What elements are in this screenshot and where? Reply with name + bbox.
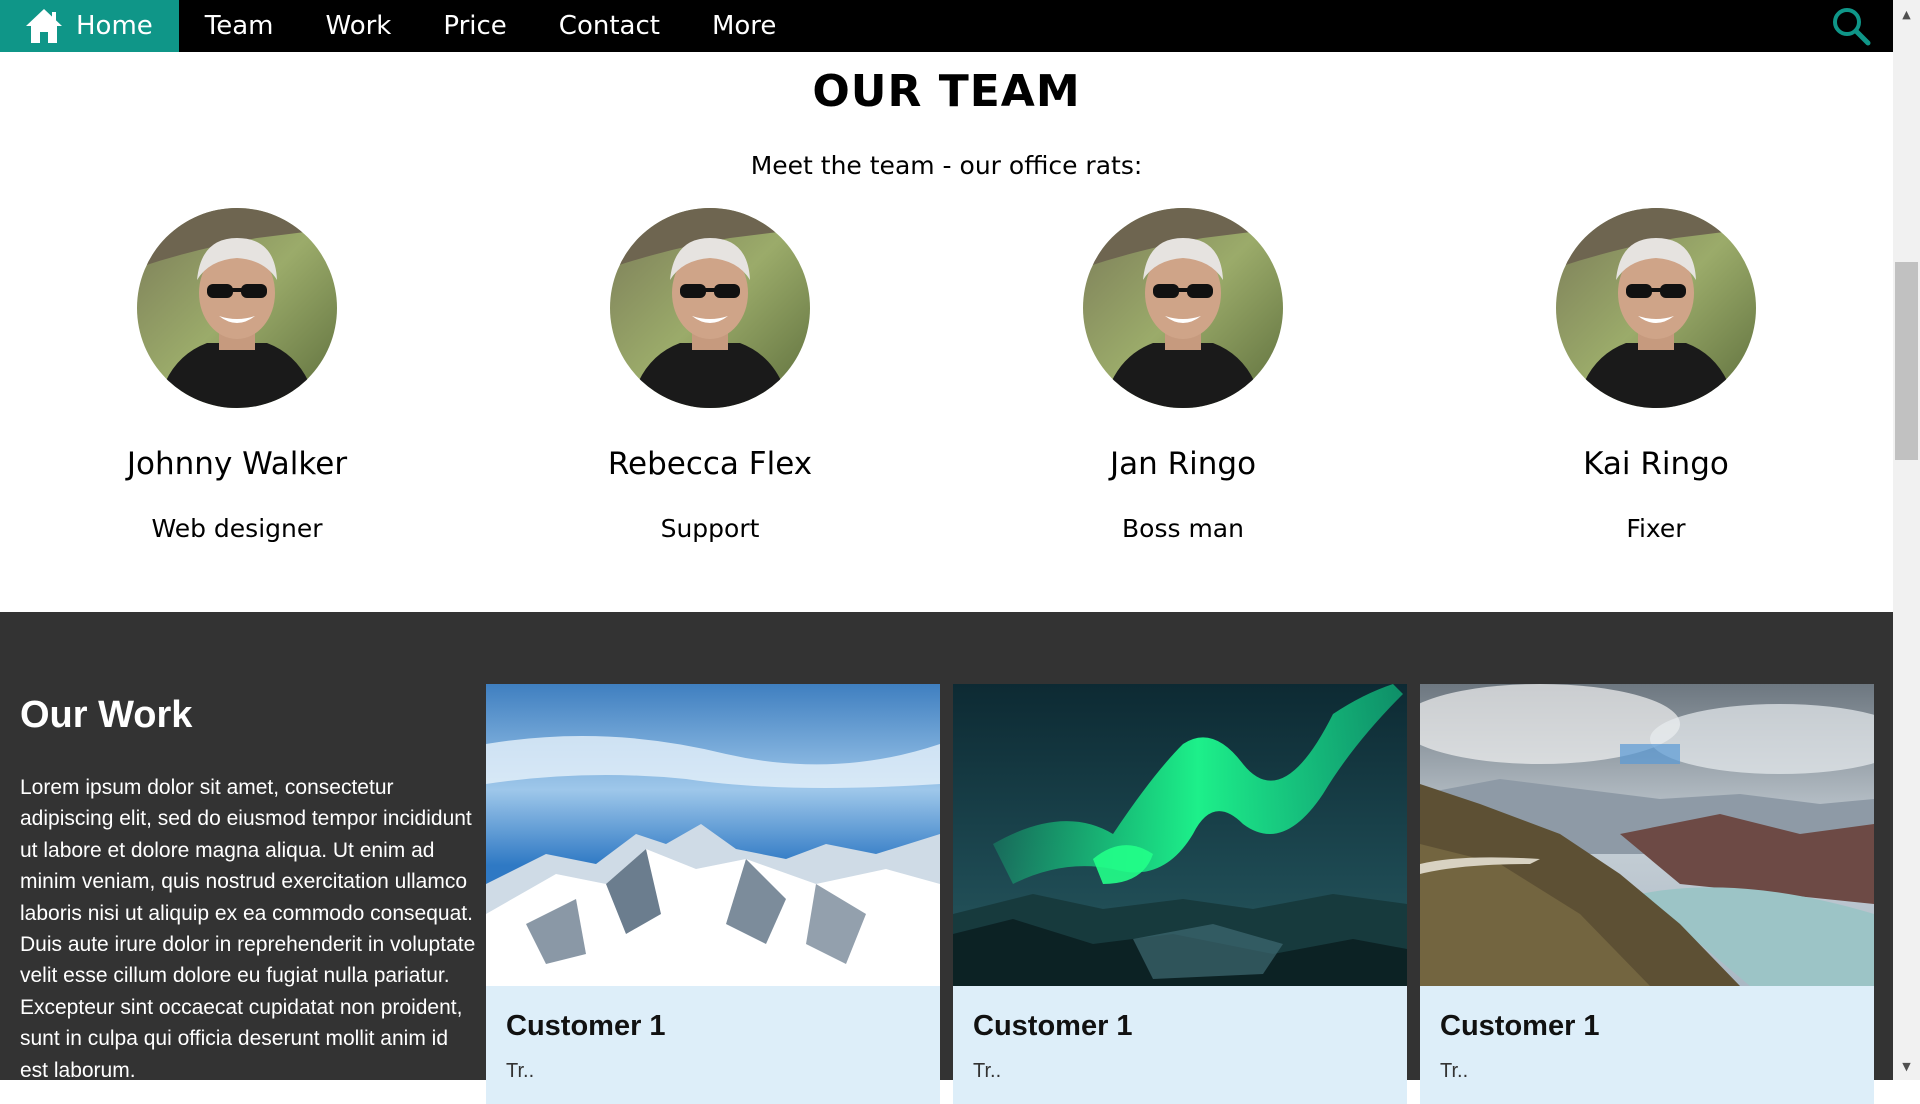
team-member-card: Jan Ringo Boss man — [983, 208, 1383, 543]
team-member-card: Kai Ringo Fixer — [1456, 208, 1856, 543]
work-card-title: Customer 1 — [506, 1010, 666, 1042]
work-card[interactable]: Customer 1 Tr.. — [1420, 684, 1874, 1104]
scroll-up-arrow-icon[interactable]: ▲ — [1893, 4, 1920, 24]
search-icon[interactable] — [1831, 6, 1871, 46]
team-member-name: Rebecca Flex — [607, 446, 813, 482]
top-navbar: Home Team Work Price Contact More — [0, 0, 1893, 52]
work-section-description: Lorem ipsum dolor sit amet, consectetur … — [20, 776, 476, 1082]
work-card-image — [486, 684, 940, 986]
avatar — [137, 208, 337, 408]
nav-item-label: More — [711, 11, 777, 41]
page-scrollbar[interactable]: ▲ ▼ — [1893, 0, 1920, 1080]
work-card-image — [953, 684, 1407, 986]
home-icon — [26, 9, 62, 43]
scroll-down-arrow-icon[interactable]: ▼ — [1893, 1056, 1920, 1076]
team-member-card: Rebecca Flex Support — [510, 208, 910, 543]
avatar — [610, 208, 810, 408]
nav-item-more[interactable]: More — [686, 0, 802, 52]
work-card-title: Customer 1 — [1440, 1010, 1600, 1042]
scrollbar-thumb[interactable] — [1895, 262, 1918, 460]
team-member-name: Jan Ringo — [1109, 446, 1257, 482]
nav-item-contact[interactable]: Contact — [533, 0, 686, 52]
avatar — [1083, 208, 1283, 408]
work-section-title: Our Work — [20, 694, 193, 736]
work-card[interactable]: Customer 1 Tr.. — [953, 684, 1407, 1104]
team-member-card: Johnny Walker Web designer — [37, 208, 437, 543]
nav-item-work[interactable]: Work — [300, 0, 418, 52]
team-member-name: Johnny Walker — [126, 446, 348, 482]
nav-item-label: Contact — [558, 11, 660, 41]
work-section: Our Work Lorem ipsum dolor sit amet, con… — [0, 612, 1893, 1104]
work-card-title: Customer 1 — [973, 1010, 1133, 1042]
nav-item-label: Work — [325, 11, 392, 41]
nav-item-team[interactable]: Team — [179, 0, 300, 52]
work-card[interactable]: Customer 1 Tr.. — [486, 684, 940, 1104]
work-card-image — [1420, 684, 1874, 986]
team-section-title: OUR TEAM — [812, 66, 1081, 117]
team-member-role: Support — [660, 514, 760, 543]
team-section-subtitle: Meet the team - our office rats: — [750, 151, 1143, 180]
nav-item-label: Team — [204, 11, 274, 41]
nav-item-price[interactable]: Price — [417, 0, 532, 52]
avatar — [1556, 208, 1756, 408]
nav-item-home[interactable]: Home — [0, 0, 179, 52]
nav-item-label: Price — [443, 11, 507, 41]
team-member-role: Fixer — [1626, 514, 1686, 543]
team-member-name: Kai Ringo — [1583, 446, 1729, 482]
team-member-role: Boss man — [1122, 514, 1244, 543]
nav-item-label: Home — [76, 11, 153, 41]
team-member-role: Web designer — [151, 514, 323, 543]
